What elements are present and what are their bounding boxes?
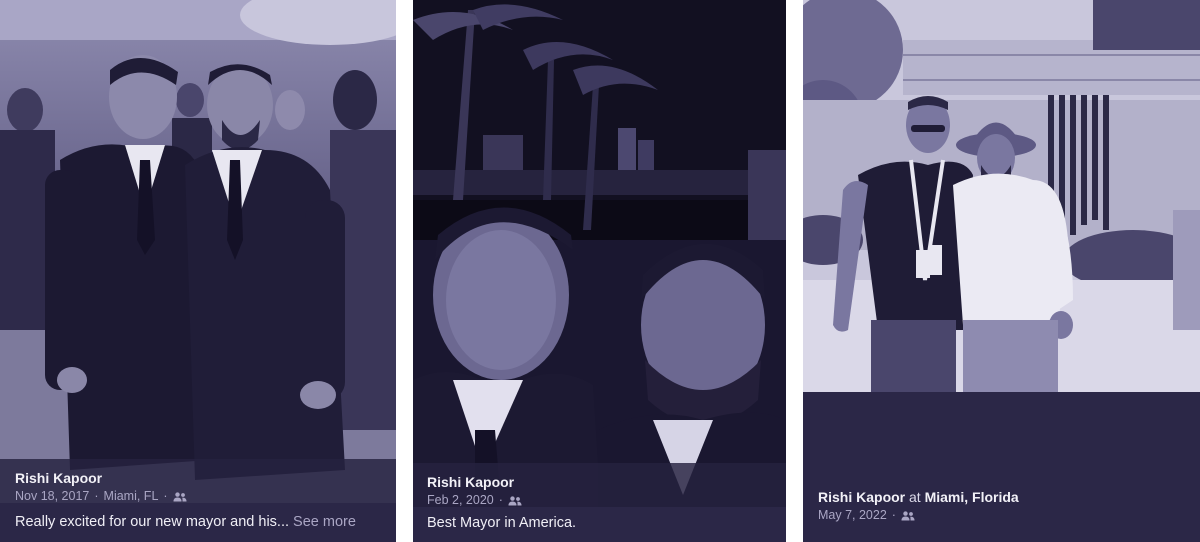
friends-icon (173, 491, 187, 502)
post-card[interactable]: Rishi Kapoor at Miami, Florida May 7, 20… (803, 0, 1200, 542)
caption-text: Really excited for our new mayor and his… (15, 514, 290, 530)
post-date[interactable]: Feb 2, 2020 (427, 493, 494, 507)
see-more-link[interactable]: See more (293, 514, 356, 530)
post-meta: Rishi Kapoor Feb 2, 2020 · (413, 463, 786, 507)
caption-text: Best Mayor in America. (427, 515, 577, 531)
post-location[interactable]: Miami, Florida (925, 489, 1019, 505)
post-date[interactable]: Nov 18, 2017 (15, 489, 89, 503)
separator-dot: · (498, 493, 503, 507)
friends-icon (901, 510, 915, 521)
post-caption: Really excited for our new mayor and his… (0, 503, 396, 542)
post-card[interactable]: Rishi Kapoor Nov 18, 2017 · Miami, FL · … (0, 0, 396, 542)
post-location[interactable]: Miami, FL (104, 489, 159, 503)
separator-dot: · (891, 508, 896, 522)
post-caption: Best Mayor in America. (413, 507, 786, 542)
at-word: at (909, 489, 921, 505)
separator-dot: · (94, 489, 99, 503)
post-meta: Rishi Kapoor at Miami, Florida May 7, 20… (803, 478, 1200, 542)
author-name[interactable]: Rishi Kapoor (427, 474, 772, 490)
post-date[interactable]: May 7, 2022 (818, 508, 887, 522)
author-name[interactable]: Rishi Kapoor (818, 489, 905, 505)
post-photo[interactable] (413, 0, 786, 542)
post-meta: Rishi Kapoor Nov 18, 2017 · Miami, FL · (0, 459, 396, 503)
post-card[interactable]: Rishi Kapoor Feb 2, 2020 · Best Mayor in… (413, 0, 786, 542)
separator-dot: · (163, 489, 168, 503)
friends-icon (508, 495, 522, 506)
author-name[interactable]: Rishi Kapoor (15, 470, 381, 486)
